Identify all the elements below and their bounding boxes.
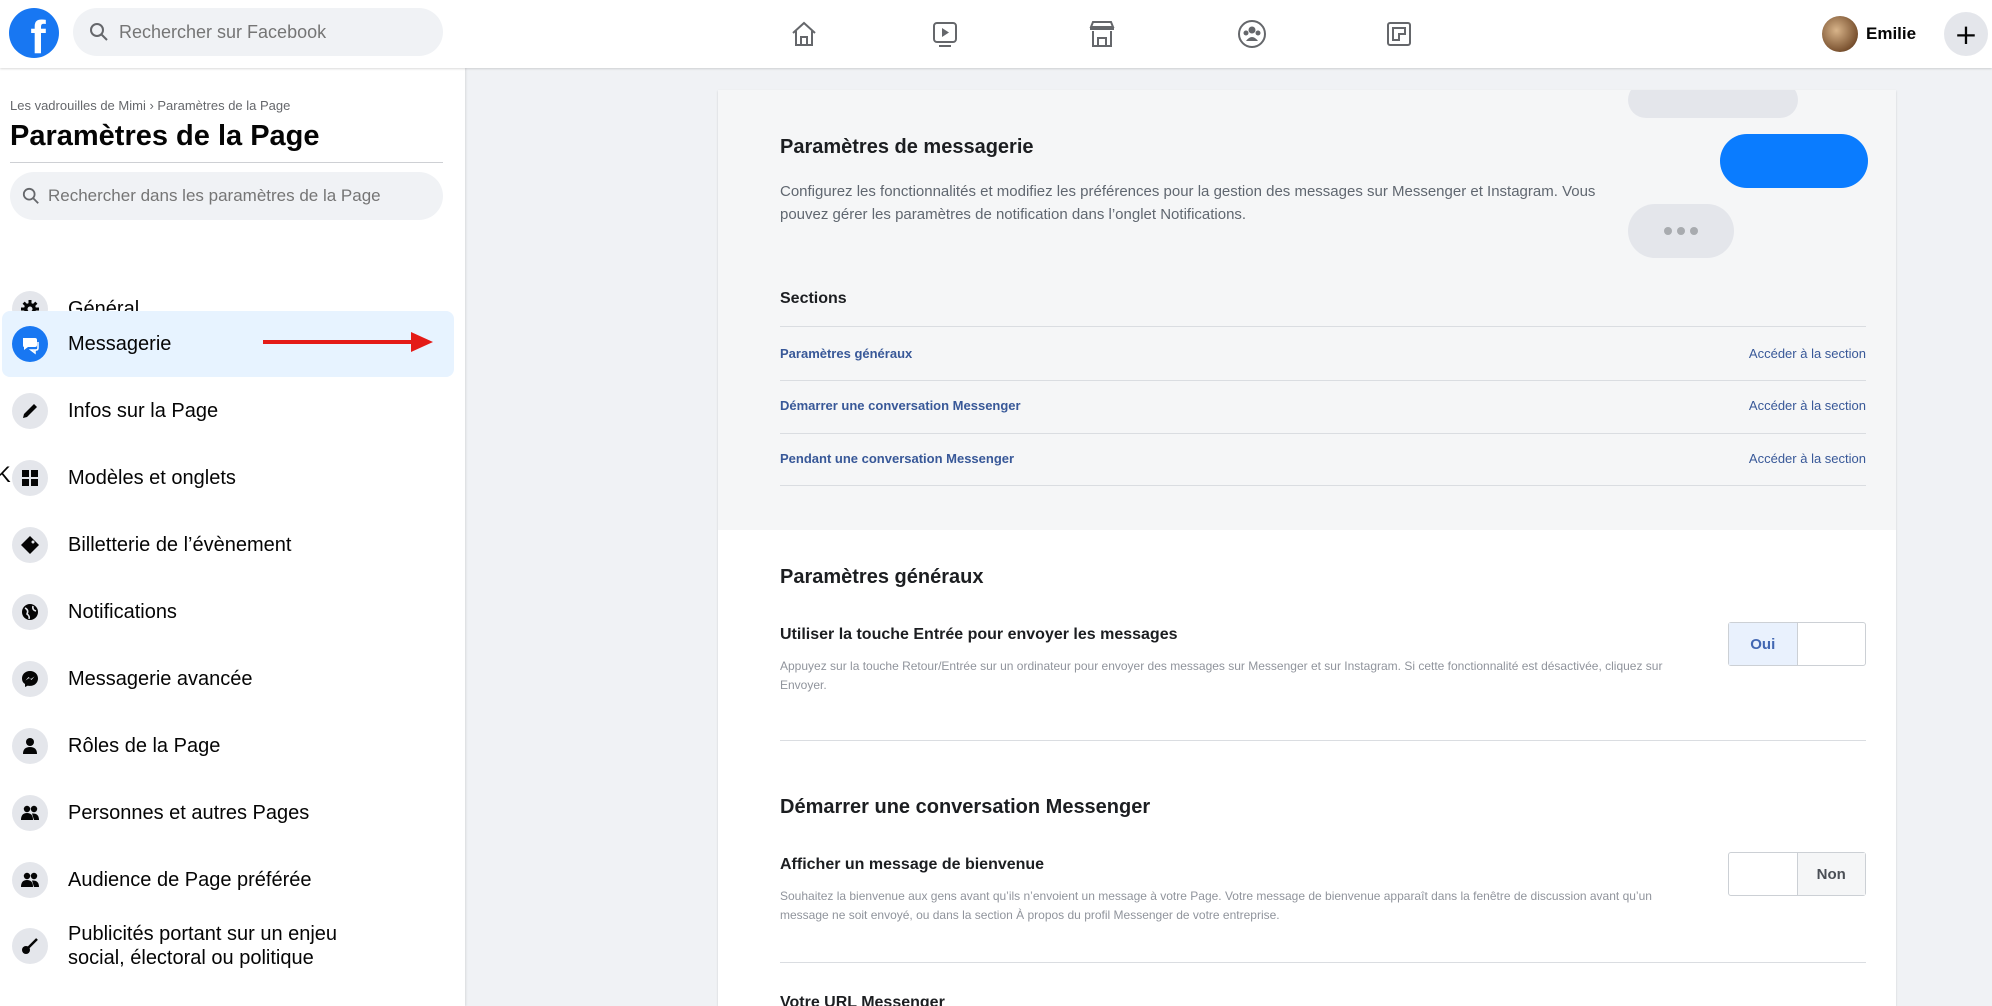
home-icon[interactable] [787, 17, 821, 51]
sidebar-item-notifications[interactable]: Notifications [2, 579, 454, 645]
sidebar-item-people-pages[interactable]: Personnes et autres Pages [2, 780, 454, 846]
sidebar-item-label: Messagerie avancée [68, 668, 253, 690]
divider [10, 162, 443, 163]
groups-icon[interactable] [1235, 17, 1269, 51]
enter-to-send-title: Utiliser la touche Entrée pour envoyer l… [780, 626, 1178, 643]
messenger-url-title: Votre URL Messenger [780, 994, 945, 1006]
top-navigation-bar: f Emilie + [0, 0, 1992, 68]
search-icon [90, 23, 108, 41]
facebook-search-box[interactable] [73, 8, 443, 56]
section-link-general[interactable]: Paramètres généraux [780, 346, 912, 361]
divider [780, 740, 1866, 741]
sidebar-item-label: Infos sur la Page [68, 400, 219, 422]
sidebar-item-page-info[interactable]: Infos sur la Page [2, 378, 454, 444]
messaging-settings-card: Paramètres de messagerie Configurez les … [718, 90, 1896, 1006]
messaging-settings-description: Configurez les fonctionnalités et modifi… [780, 183, 1596, 223]
sidebar-item-label: Publicités portant sur un enjeu social, … [68, 923, 338, 969]
sidebar-item-label: Personnes et autres Pages [68, 802, 310, 824]
ticket-icon [12, 527, 48, 563]
sidebar-item-advanced-messaging[interactable]: Messagerie avancée [2, 646, 454, 712]
sidebar-item-label: Billetterie de l’évènement [68, 534, 292, 556]
sidebar-item-event-ticketing[interactable]: Billetterie de l’évènement [2, 512, 454, 578]
divider [780, 962, 1866, 963]
grid-icon [12, 460, 48, 496]
overlay-fragment: K [0, 462, 11, 487]
sidebar-item-label: Notifications [68, 601, 177, 623]
divider [780, 485, 1866, 486]
settings-search-input[interactable] [48, 186, 438, 206]
guitar-icon [12, 928, 48, 964]
welcome-message-title: Afficher un message de bienvenue [780, 856, 1045, 873]
divider [780, 326, 1866, 327]
annotation-arrow-icon [263, 332, 433, 352]
access-section-link[interactable]: Accéder à la section [1749, 451, 1866, 466]
settings-sidebar: Les vadrouilles de Mimi › Paramètres de … [0, 68, 465, 1006]
marketplace-icon[interactable] [1085, 17, 1119, 51]
access-section-link[interactable]: Accéder à la section [1749, 346, 1866, 361]
divider [780, 433, 1866, 434]
messaging-settings-title: Paramètres de messagerie [780, 136, 1034, 158]
divider [780, 380, 1866, 381]
facebook-logo-letter: f [30, 11, 46, 58]
toggle-no[interactable]: Non [1796, 853, 1865, 895]
profile-button[interactable]: Emilie [1818, 12, 1926, 56]
person-icon [12, 728, 48, 764]
search-icon [22, 187, 39, 204]
enter-to-send-toggle[interactable]: Oui [1728, 622, 1866, 666]
messenger-icon [12, 661, 48, 697]
toggle-yes[interactable]: Oui [1729, 623, 1798, 665]
decorative-sent-bubble [1720, 134, 1868, 188]
welcome-message-description: Souhaitez la bienvenue aux gens avant qu… [780, 889, 1652, 922]
access-section-link[interactable]: Accéder à la section [1749, 398, 1866, 413]
settings-search-box[interactable] [10, 172, 443, 220]
watch-icon[interactable] [928, 17, 962, 51]
sidebar-item-page-roles[interactable]: Rôles de la Page [2, 713, 454, 779]
messaging-icon [12, 326, 48, 362]
decorative-bubble [1628, 90, 1798, 118]
people-icon [12, 795, 48, 831]
sidebar-item-political-ads[interactable]: Publicités portant sur un enjeu social, … [2, 913, 454, 979]
sidebar-item-templates-tabs[interactable]: Modèles et onglets [2, 445, 454, 511]
sidebar-item-label: Messagerie [68, 333, 172, 355]
gaming-icon[interactable] [1382, 17, 1416, 51]
facebook-search-input[interactable] [119, 21, 419, 43]
breadcrumb[interactable]: Les vadrouilles de Mimi › Paramètres de … [10, 98, 290, 113]
avatar [1822, 16, 1858, 52]
toggle-empty[interactable] [1729, 853, 1797, 895]
general-settings-title: Paramètres généraux [780, 566, 984, 588]
section-link-during-conversation[interactable]: Pendant une conversation Messenger [780, 451, 1014, 466]
create-button[interactable]: + [1944, 12, 1988, 56]
pencil-icon [12, 393, 48, 429]
typing-indicator-icon [1628, 204, 1734, 258]
welcome-message-toggle[interactable]: Non [1728, 852, 1866, 896]
toggle-empty[interactable] [1798, 623, 1866, 665]
sidebar-item-label: Rôles de la Page [68, 735, 221, 757]
profile-name: Emilie [1866, 24, 1917, 43]
start-conversation-title: Démarrer une conversation Messenger [780, 796, 1151, 818]
section-link-start-conversation[interactable]: Démarrer une conversation Messenger [780, 398, 1021, 413]
facebook-logo-icon[interactable]: f [9, 8, 59, 58]
sidebar-item-label: Modèles et onglets [68, 467, 236, 489]
sidebar-item-label: Audience de Page préférée [68, 869, 312, 891]
sections-heading: Sections [780, 290, 847, 307]
sidebar-item-preferred-audience[interactable]: Audience de Page préférée [2, 847, 454, 913]
audience-icon [12, 862, 48, 898]
page-title: Paramètres de la Page [10, 120, 320, 152]
enter-to-send-description: Appuyez sur la touche Retour/Entrée sur … [780, 659, 1663, 692]
globe-icon [12, 594, 48, 630]
